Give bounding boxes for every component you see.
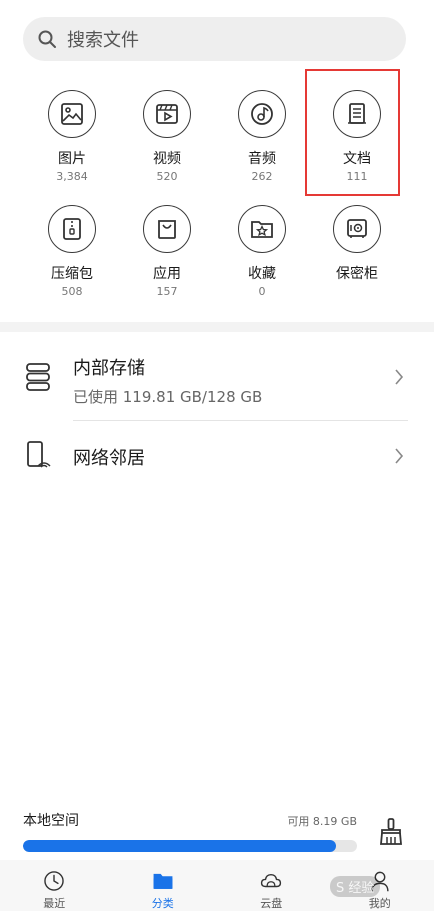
category-count: 111 [346, 170, 368, 183]
category-videos[interactable]: 视频 520 [117, 90, 217, 183]
category-label: 音频 [248, 151, 276, 167]
category-count: 520 [156, 170, 178, 183]
network-neighborhood-row[interactable]: 网络邻居 [0, 430, 434, 482]
tab-recent[interactable]: 最近 [0, 860, 109, 911]
image-icon [61, 103, 83, 125]
video-icon [156, 104, 178, 124]
favorite-folder-icon [251, 221, 273, 238]
local-space-available: 可用 8.19 GB [287, 815, 357, 828]
tab-label: 分类 [151, 897, 174, 910]
internal-storage-title: 内部存储 [73, 358, 145, 379]
app-bag-icon [158, 220, 176, 239]
chevron-right-icon [395, 448, 404, 464]
internal-storage-usage: 已使用 119.81 GB/128 GB [73, 388, 263, 406]
category-count: 508 [61, 285, 83, 298]
zip-icon [63, 218, 81, 240]
category-audio[interactable]: 音频 262 [212, 90, 312, 183]
tab-label: 云盘 [260, 897, 283, 910]
category-archives[interactable]: 压缩包 508 [22, 205, 122, 298]
category-apps[interactable]: 应用 157 [117, 205, 217, 298]
music-icon [251, 103, 273, 125]
tab-label: 最近 [43, 897, 66, 910]
watermark: S 经验 [330, 876, 381, 897]
tab-cloud[interactable]: 云盘 [217, 860, 326, 911]
network-device-icon [27, 441, 51, 468]
storage-icon [26, 363, 50, 391]
tab-label: 我的 [368, 897, 391, 910]
cloud-icon [261, 874, 282, 888]
clock-icon [44, 871, 64, 891]
section-divider [0, 322, 434, 332]
category-count: 0 [258, 285, 266, 298]
internal-storage-row[interactable]: 内部存储 已使用 119.81 GB/128 GB [0, 350, 434, 412]
category-label: 应用 [153, 266, 181, 282]
local-space-title: 本地空间 [23, 813, 79, 829]
search-icon [38, 30, 56, 48]
tab-categories[interactable]: 分类 [109, 860, 218, 911]
local-space-summary: 本地空间 可用 8.19 GB [23, 810, 357, 852]
category-label: 保密柜 [336, 266, 378, 282]
category-favorites[interactable]: 收藏 0 [212, 205, 312, 298]
network-neighborhood-title: 网络邻居 [73, 448, 145, 469]
clean-broom-icon[interactable] [378, 818, 404, 846]
storage-progress-fill [23, 840, 336, 852]
category-count: 262 [251, 170, 273, 183]
chevron-right-icon [395, 369, 404, 385]
category-documents[interactable]: 文档 111 [307, 90, 407, 183]
category-label: 视频 [153, 151, 181, 167]
search-input[interactable]: 搜索文件 [67, 26, 139, 52]
document-icon [348, 103, 366, 124]
search-bar[interactable]: 搜索文件 [23, 17, 406, 61]
safe-icon [347, 219, 367, 238]
category-label: 压缩包 [51, 266, 93, 282]
category-label: 收藏 [248, 266, 276, 282]
storage-progress-bar [23, 840, 357, 852]
category-images[interactable]: 图片 3,384 [22, 90, 122, 183]
category-label: 文档 [343, 151, 371, 167]
folder-icon [153, 873, 173, 889]
category-count: 3,384 [56, 170, 88, 183]
category-safe[interactable]: 保密柜 [307, 205, 407, 283]
category-count: 157 [156, 285, 178, 298]
row-separator [73, 420, 408, 421]
category-label: 图片 [58, 151, 86, 167]
